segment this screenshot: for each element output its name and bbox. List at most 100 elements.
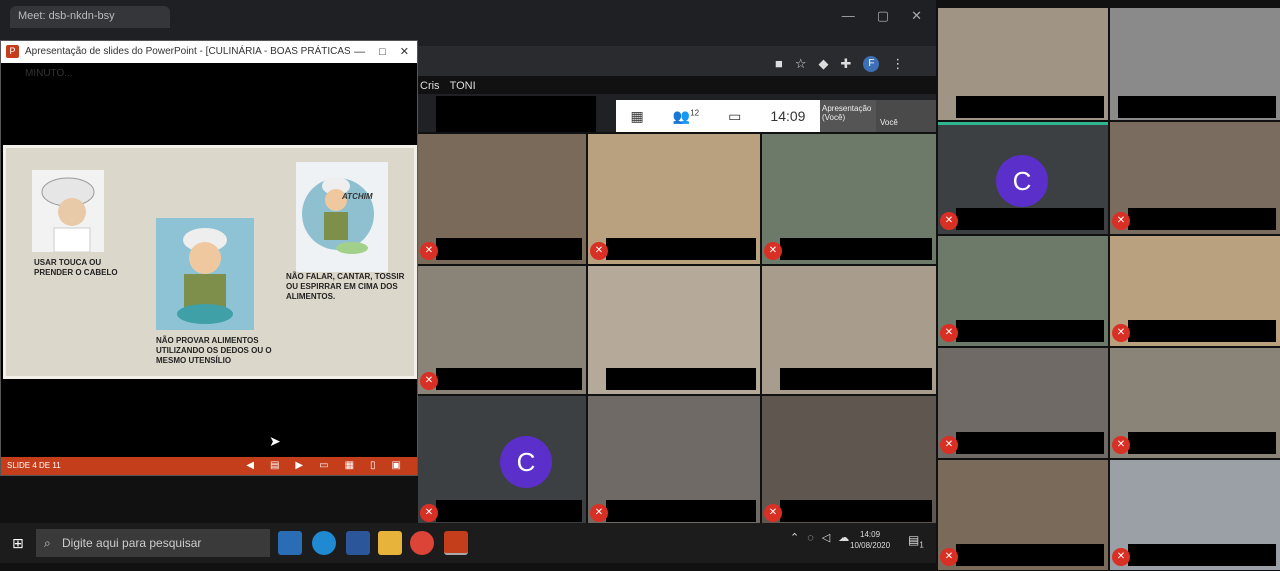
star-icon[interactable]: ☆ — [795, 56, 807, 72]
video-tile[interactable] — [938, 8, 1108, 120]
mic-off-icon: ✕ — [1112, 548, 1130, 566]
bookmark-cris[interactable]: Cris — [420, 80, 440, 92]
sneeze-illustration: ATCHIM — [296, 162, 388, 272]
maximize-button[interactable]: ▢ — [877, 8, 889, 24]
mic-off-icon: ✕ — [1112, 436, 1130, 454]
video-tile[interactable]: ✕ — [418, 134, 586, 264]
slide-menu-icon[interactable]: ▤ — [270, 457, 279, 475]
name-redacted — [606, 500, 756, 522]
browser-tab[interactable]: Meet: dsb-nkdn-bsy — [10, 6, 170, 28]
name-redacted — [1128, 432, 1276, 454]
onedrive-icon[interactable]: ☁ — [838, 531, 849, 544]
video-tile[interactable]: ✕ — [938, 236, 1108, 346]
powerpoint-window-controls: — □ ✕ — [350, 41, 409, 63]
video-tile[interactable] — [588, 266, 760, 394]
powerpoint-taskbar-icon[interactable] — [444, 531, 468, 555]
mic-off-icon: ✕ — [764, 242, 782, 260]
video-tile[interactable]: ✕ — [938, 460, 1108, 570]
video-tile[interactable]: ✕ — [938, 348, 1108, 458]
chat-icon[interactable]: ▭ — [728, 108, 741, 125]
name-redacted — [436, 368, 582, 390]
volume-icon[interactable]: ◁ — [822, 531, 830, 544]
name-redacted — [780, 238, 932, 260]
word-icon[interactable] — [346, 531, 370, 555]
search-placeholder: Digite aqui para pesquisar — [62, 536, 202, 550]
name-redacted — [780, 500, 932, 522]
tab-title: Meet: dsb-nkdn-bsy — [18, 10, 115, 22]
name-redacted — [436, 238, 582, 260]
extension-icon[interactable]: ◆ — [819, 56, 829, 72]
video-tile[interactable]: ✕ — [1110, 122, 1280, 234]
menu-icon[interactable]: ⋮ — [891, 56, 904, 72]
photos-app-icon[interactable] — [278, 531, 302, 555]
presenting-tile[interactable]: Apresentação (Você) — [820, 100, 876, 132]
sneeze-label: ATCHIM — [342, 192, 373, 201]
video-tile[interactable]: ✕ — [762, 396, 936, 526]
puzzle-icon[interactable]: ✚ — [841, 56, 852, 72]
file-explorer-icon[interactable] — [378, 531, 402, 555]
rule-sneeze: NÃO FALAR, CANTAR, TOSSIR OU ESPIRRAR EM… — [286, 272, 405, 301]
edge-icon[interactable] — [312, 531, 336, 555]
slide-sorter-icon[interactable]: ▦ — [345, 457, 354, 475]
next-slide-icon[interactable]: ▶ — [295, 457, 303, 475]
tasting-illustration — [156, 218, 254, 330]
video-tile[interactable] — [762, 266, 936, 394]
notification-count: 1 — [919, 540, 924, 550]
name-redacted — [956, 432, 1104, 454]
name-redacted — [606, 368, 756, 390]
screen: Meet: dsb-nkdn-bsy — ▢ ✕ ■ ☆ ◆ ✚ F ⋮ Cri… — [0, 0, 1280, 571]
avatar: C — [500, 436, 552, 488]
mic-off-icon: ✕ — [590, 242, 608, 260]
slideshow-icon[interactable]: ▣ — [392, 457, 401, 475]
minimize-button[interactable]: — — [354, 41, 365, 63]
chrome-icon[interactable] — [410, 531, 434, 555]
video-tile[interactable]: ✕ — [1110, 460, 1280, 570]
video-tile-avatar[interactable]: C ✕ — [418, 396, 586, 526]
mouse-cursor: ➤ — [269, 433, 281, 449]
network-icon[interactable]: ◌ — [807, 532, 814, 544]
video-tile[interactable]: ✕ — [588, 396, 760, 526]
slide-counter: SLIDE 4 DE 11 — [7, 461, 61, 470]
mic-off-icon: ✕ — [940, 212, 958, 230]
profile-avatar[interactable]: F — [863, 56, 880, 72]
rule-tasting: NÃO PROVAR ALIMENTOS UTILIZANDO OS DEDOS… — [156, 336, 272, 365]
participants-button[interactable]: 👥12 — [673, 108, 699, 125]
meet-toolbar: ▦ 👥12 ▭ 14:09 — [616, 100, 820, 132]
video-tile[interactable]: ✕ — [1110, 236, 1280, 346]
notification-icon[interactable]: ▤1 — [908, 533, 924, 549]
previous-slide-icon[interactable]: ◀ — [246, 457, 254, 475]
name-redacted — [956, 320, 1104, 342]
name-redacted — [956, 544, 1104, 566]
maximize-button[interactable]: □ — [379, 41, 386, 63]
video-tile[interactable]: ✕ — [418, 266, 586, 394]
reading-view-icon[interactable]: ▯ — [370, 457, 376, 475]
close-button[interactable]: ✕ — [911, 8, 922, 24]
chevron-up-icon[interactable]: ⌃ — [790, 531, 799, 544]
taskbar-clock[interactable]: 14:09 10/08/2020 — [850, 529, 890, 551]
video-tile[interactable] — [1110, 8, 1280, 120]
camera-icon[interactable]: ■ — [775, 56, 783, 72]
mic-off-icon: ✕ — [940, 548, 958, 566]
self-tile[interactable]: Você — [876, 100, 936, 132]
mic-off-icon: ✕ — [590, 504, 608, 522]
presentation-title: Apresentação de slides do PowerPoint - [… — [25, 46, 401, 79]
windows-start-icon[interactable]: ⊞ — [12, 535, 24, 552]
mic-off-icon: ✕ — [420, 242, 438, 260]
video-tile[interactable]: ✕ — [588, 134, 760, 264]
bookmark-toni[interactable]: TONI — [450, 80, 476, 92]
name-redacted — [436, 500, 582, 522]
search-icon: ⌕ — [44, 536, 51, 550]
video-tile-avatar[interactable]: C ✕ — [938, 122, 1108, 234]
system-tray: ⌃ ◌ ◁ ☁ — [790, 531, 849, 545]
layout-icon[interactable]: ▦ — [631, 108, 644, 125]
video-tile[interactable]: ✕ — [1110, 348, 1280, 458]
mic-off-icon: ✕ — [940, 324, 958, 342]
minimize-button[interactable]: — — [842, 8, 855, 24]
normal-view-icon[interactable]: ▭ — [319, 457, 328, 475]
mic-off-icon: ✕ — [940, 436, 958, 454]
video-tile[interactable]: ✕ — [762, 134, 936, 264]
taskbar-search[interactable]: ⌕ Digite aqui para pesquisar — [36, 529, 270, 557]
name-redacted — [1128, 544, 1276, 566]
close-button[interactable]: ✕ — [400, 41, 409, 63]
mic-off-icon: ✕ — [1112, 212, 1130, 230]
